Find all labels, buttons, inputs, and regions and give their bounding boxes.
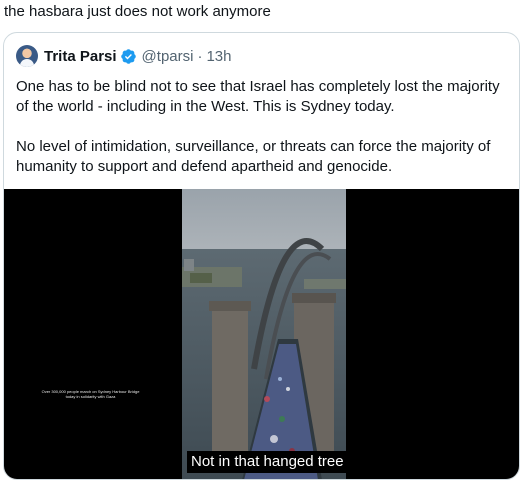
body-paragraph: One has to be blind not to see that Isra… xyxy=(16,78,500,115)
video-overlay-caption: Over 300,000 people march on Sydney Harb… xyxy=(38,388,143,404)
verified-badge-icon xyxy=(120,48,136,64)
post-text: the hasbara just does not work anymore xyxy=(4,3,271,20)
body-paragraph: No level of intimidation, surveillance, … xyxy=(16,138,491,175)
video-player[interactable]: Over 300,000 people march on Sydney Harb… xyxy=(4,189,519,479)
avatar[interactable] xyxy=(16,45,38,67)
video-subtitle: Not in that hanged tree xyxy=(187,451,348,473)
quoted-tweet-card[interactable]: Trita Parsi @tparsi · 13h One has to be … xyxy=(3,32,520,480)
timestamp[interactable]: 13h xyxy=(206,48,231,65)
author-handle[interactable]: @tparsi xyxy=(142,48,194,65)
quoted-tweet-header: Trita Parsi @tparsi · 13h xyxy=(16,45,232,67)
author-name[interactable]: Trita Parsi xyxy=(44,48,117,65)
separator-dot: · xyxy=(197,47,203,65)
quoted-tweet-body: One has to be blind not to see that Isra… xyxy=(16,77,506,197)
video-frame xyxy=(182,189,346,479)
